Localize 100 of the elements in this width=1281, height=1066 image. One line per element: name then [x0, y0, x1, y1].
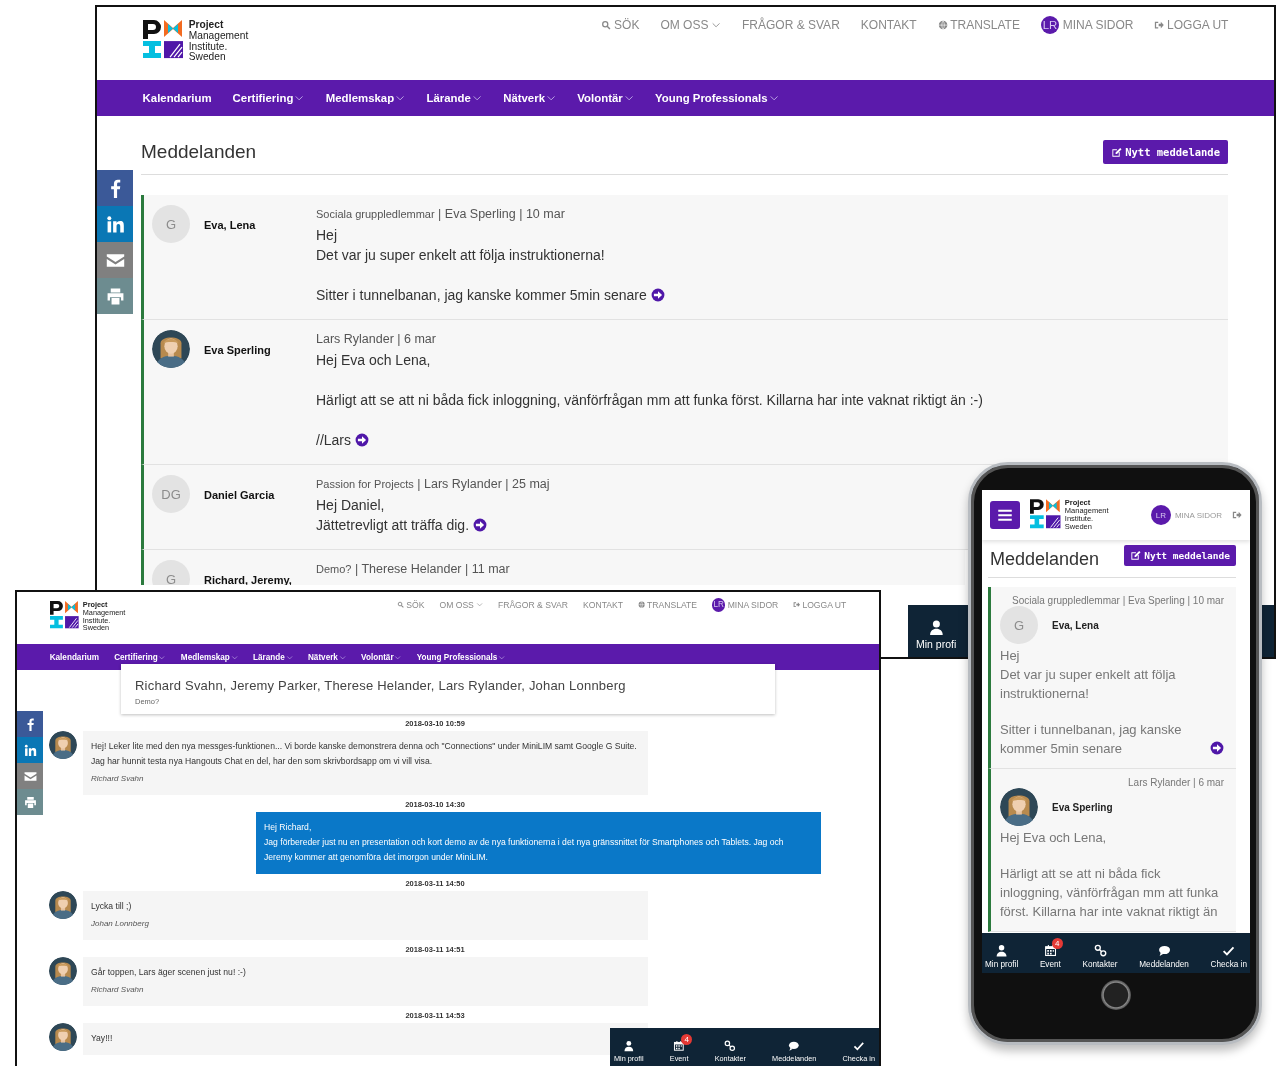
speech-bubble-icon [1157, 944, 1171, 958]
profile-tab[interactable]: Min profil [983, 937, 1021, 969]
sender-name: Daniel Garcia [204, 489, 276, 504]
account-link[interactable]: MINA SIDOR [1062, 18, 1134, 33]
translate-link[interactable]: TRANSLATE [638, 599, 697, 610]
menu-button[interactable] [990, 501, 1020, 529]
message-meta: Demo? | Therese Helander | 11 mar [316, 561, 510, 579]
nav-link[interactable]: KONTAKT [583, 599, 623, 610]
sign-out-icon [793, 601, 801, 609]
menu-link[interactable]: Young Professionals [655, 92, 779, 105]
arrow-circle-icon[interactable] [1210, 741, 1224, 755]
menu-link[interactable]: Medlemskap [180, 652, 238, 662]
message-meta: Passion for Projects | Lars Rylander | 25 maj [316, 476, 550, 494]
menu-link[interactable]: Nätverk [307, 652, 347, 662]
new-message-button[interactable]: Nytt meddelande [1103, 140, 1228, 165]
page-title: Meddelanden [990, 548, 1100, 570]
arrow-circle-icon[interactable] [355, 433, 369, 448]
person-icon [995, 944, 1009, 958]
message-text: Hej Daniel, Jättetrevligt att träffa dig. [316, 496, 470, 536]
message-text: Hej! Leker lite med den nya messges-funktionen... Vi borde kanske demonstrera denna och "Connections" under MiniLIM samt Google G Suite. Jag har hunnit testa nya Hangouts Chat en del, har den som skrivbordsapp om vi vill visa. [91, 740, 638, 769]
check-icon [1222, 944, 1236, 958]
logo-text: Project Management Institute. Sweden [188, 20, 249, 63]
arrow-circle-icon[interactable] [473, 518, 488, 533]
caret-icon [230, 653, 238, 661]
search-link[interactable]: SÖK [397, 599, 425, 610]
nav-link[interactable]: OM OSS [439, 599, 483, 610]
email-share-button[interactable] [17, 763, 43, 789]
sender-name: Eva Sperling [204, 344, 272, 359]
logo-icon[interactable] [1030, 499, 1062, 531]
home-button[interactable] [1101, 980, 1131, 1010]
menu-link[interactable]: Lärande [253, 652, 293, 662]
sign-out-icon[interactable] [1232, 510, 1242, 520]
profile-tab[interactable]: Min profi [911, 612, 962, 650]
logout-link[interactable]: LOGGA UT [1154, 18, 1229, 33]
message-text: Hej Eva och Lena, [1000, 829, 1108, 847]
menu-link[interactable]: Lärande [426, 92, 483, 105]
print-button[interactable] [17, 789, 43, 815]
calendar-icon [1043, 944, 1057, 958]
menu-link[interactable]: Kalendarium [49, 652, 100, 662]
menu-link[interactable]: Certifiering [232, 92, 305, 105]
arrow-circle-icon[interactable] [650, 288, 665, 303]
sign-out-icon [1154, 20, 1165, 31]
printer-icon [105, 286, 125, 306]
search-link[interactable]: SÖK [601, 18, 640, 33]
messages-tab[interactable]: Meddelanden [1137, 937, 1191, 969]
message-text: Sitter i tunnelbanan, jag kanske kommer 5min senare [316, 286, 647, 306]
user-initials: LR [1150, 505, 1171, 525]
caret-icon [285, 653, 293, 661]
person-icon [622, 1040, 635, 1052]
contacts-tab[interactable]: Kontakter [1080, 937, 1120, 969]
menu-link[interactable]: Young Professionals [416, 652, 506, 662]
message-text: Sitter i tunnelbanan, jag kanske kommer 5min senare [1000, 721, 1183, 758]
link-icon [724, 1040, 737, 1052]
nav-link[interactable]: FRÅGOR & SVAR [497, 599, 568, 610]
email-share-button[interactable] [97, 242, 133, 278]
account-link[interactable]: MINA SIDOR [727, 599, 779, 610]
linkedin-share-button[interactable] [97, 206, 133, 242]
message-text: Går toppen, Lars äger scenen just nu! :-) [91, 966, 246, 980]
nav-link[interactable]: FRÅGOR & SVAR [742, 18, 840, 33]
pencil-icon [1130, 550, 1142, 561]
check-in-tab[interactable]: Checka in [1208, 937, 1249, 969]
search-icon [397, 601, 405, 609]
message-row[interactable]: G Eva, Lena Sociala gruppledlemmar | Eva Sperling | 10 mar Hej Det var ju super enkelt att följa instruktionerna! Sitter i tunnelbanan, jag kanske kommer 5min senare [141, 195, 1228, 321]
message-text: Härligt att se att ni båda fick inloggning, vänförfrågan mm att funka först. Killarna har inte vaknat riktigt än :-) [316, 391, 984, 411]
new-message-button[interactable]: Nytt meddelande [1124, 545, 1236, 566]
search-icon [601, 20, 612, 31]
message-card[interactable]: Lars Rylander | 6 mar Eva Sperling Hej Eva och Lena, Härligt att se att ni båda fick inloggning, vänförfrågan mm att funka först. Killarna har inte vaknat riktigt än [988, 769, 1236, 932]
globe-icon [937, 20, 948, 31]
caret-icon [475, 601, 483, 609]
nav-link[interactable]: OM OSS [660, 18, 721, 33]
message-text: Yay!!! [91, 1032, 113, 1046]
calendar-icon [673, 1040, 685, 1052]
facebook-share-button[interactable] [17, 711, 43, 737]
author-name: Richard Svahn [91, 984, 145, 997]
event-tab[interactable]: 4 Event [1037, 937, 1063, 969]
linkedin-icon [23, 743, 37, 757]
logo-icon[interactable] [142, 20, 185, 61]
pencil-icon [1111, 146, 1123, 158]
globe-icon [638, 601, 646, 609]
caret-icon [158, 653, 166, 661]
linkedin-share-button[interactable] [17, 737, 43, 763]
menu-link[interactable]: Volontär [361, 652, 402, 662]
menu-link[interactable]: Certifiering [114, 652, 166, 662]
page-title: Meddelanden [141, 140, 257, 165]
nav-link[interactable]: KONTAKT [860, 18, 917, 33]
avatar: G [152, 560, 190, 586]
message-card[interactable]: Sociala gruppledlemmar | Eva Sperling | 10 mar G Eva, Lena Hej Det var ju super enkelt att följa instruktionerna! Sitter i tunnelbanan, jag kanske kommer 5min senare [988, 587, 1236, 769]
logo-icon[interactable] [49, 601, 80, 631]
translate-link[interactable]: TRANSLATE [937, 18, 1020, 33]
menu-link[interactable]: Volontär [577, 92, 635, 105]
check-icon [852, 1040, 865, 1052]
facebook-share-button[interactable] [97, 170, 133, 206]
caret-icon [498, 653, 506, 661]
message-row[interactable]: Eva Sperling Lars Rylander | 6 mar Hej Eva och Lena, Härligt att se att ni båda fick inloggning, vänförfrågan mm att funka först. Killarna har inte vaknat riktigt än :-) //Lars [141, 320, 1228, 466]
menu-link[interactable]: Nätverk [503, 92, 557, 105]
menu-link[interactable]: Kalendarium [142, 92, 212, 105]
menu-link[interactable]: Medlemskap [325, 92, 406, 105]
print-button[interactable] [97, 278, 133, 314]
logout-link[interactable]: LOGGA UT [793, 599, 847, 610]
caret-icon [338, 653, 347, 661]
